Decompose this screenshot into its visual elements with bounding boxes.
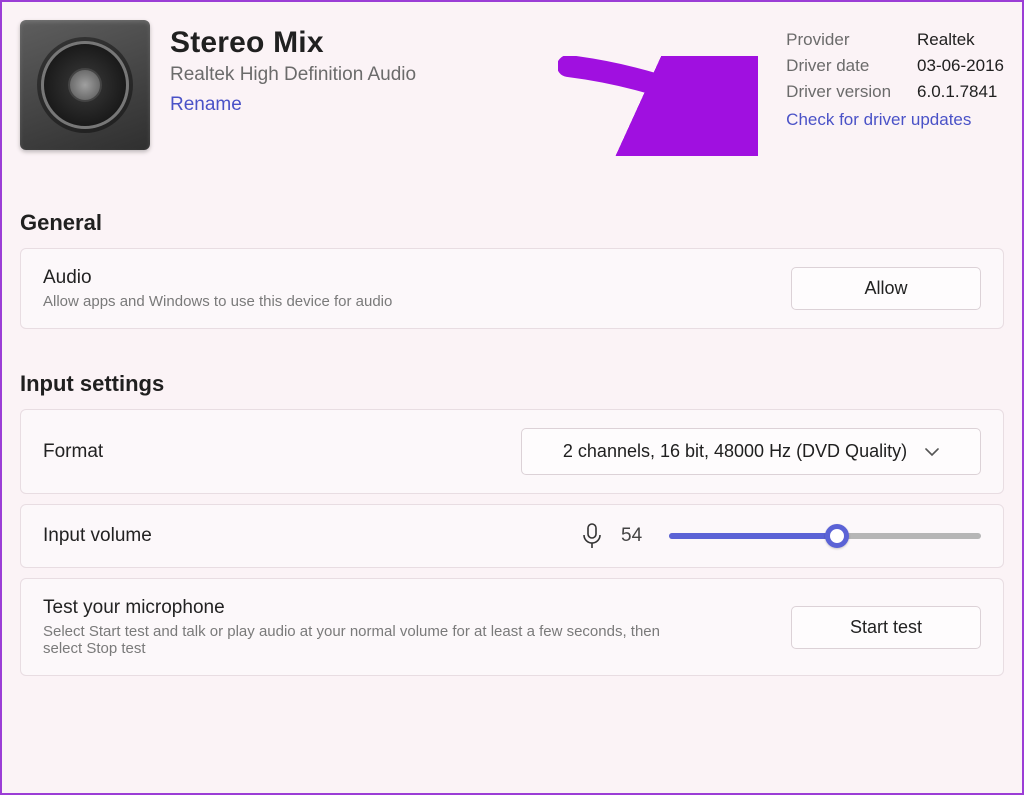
- allow-button[interactable]: Allow: [791, 267, 981, 310]
- driver-version-label: Driver version: [786, 82, 891, 102]
- general-heading: General: [20, 210, 1004, 236]
- volume-slider[interactable]: [669, 533, 981, 539]
- input-volume-card: Input volume 54: [20, 504, 1004, 568]
- driver-date-label: Driver date: [786, 56, 891, 76]
- format-title: Format: [43, 441, 103, 463]
- provider-value: Realtek: [917, 30, 1004, 50]
- audio-desc: Allow apps and Windows to use this devic…: [43, 293, 392, 310]
- slider-thumb[interactable]: [825, 524, 849, 548]
- provider-label: Provider: [786, 30, 891, 50]
- volume-value: 54: [621, 525, 651, 547]
- driver-date-value: 03-06-2016: [917, 56, 1004, 76]
- device-subtitle: Realtek High Definition Audio: [170, 64, 766, 86]
- check-updates-link[interactable]: Check for driver updates: [786, 110, 1004, 130]
- rename-link[interactable]: Rename: [170, 94, 242, 116]
- microphone-icon: [581, 523, 603, 549]
- format-value: 2 channels, 16 bit, 48000 Hz (DVD Qualit…: [563, 441, 907, 462]
- device-title: Stereo Mix: [170, 26, 766, 60]
- speaker-icon: [41, 41, 129, 129]
- format-card: Format 2 channels, 16 bit, 48000 Hz (DVD…: [20, 409, 1004, 494]
- device-header: Stereo Mix Realtek High Definition Audio…: [20, 20, 1004, 150]
- driver-info: Provider Realtek Driver date 03-06-2016 …: [786, 20, 1004, 130]
- input-volume-title: Input volume: [43, 525, 152, 547]
- test-desc: Select Start test and talk or play audio…: [43, 623, 663, 657]
- test-microphone-card: Test your microphone Select Start test a…: [20, 578, 1004, 676]
- device-icon: [20, 20, 150, 150]
- device-title-block: Stereo Mix Realtek High Definition Audio…: [170, 20, 766, 116]
- audio-title: Audio: [43, 267, 392, 289]
- input-settings-heading: Input settings: [20, 371, 1004, 397]
- chevron-down-icon: [925, 444, 939, 460]
- format-select[interactable]: 2 channels, 16 bit, 48000 Hz (DVD Qualit…: [521, 428, 981, 475]
- start-test-button[interactable]: Start test: [791, 606, 981, 649]
- test-title: Test your microphone: [43, 597, 663, 619]
- driver-version-value: 6.0.1.7841: [917, 82, 1004, 102]
- audio-card: Audio Allow apps and Windows to use this…: [20, 248, 1004, 329]
